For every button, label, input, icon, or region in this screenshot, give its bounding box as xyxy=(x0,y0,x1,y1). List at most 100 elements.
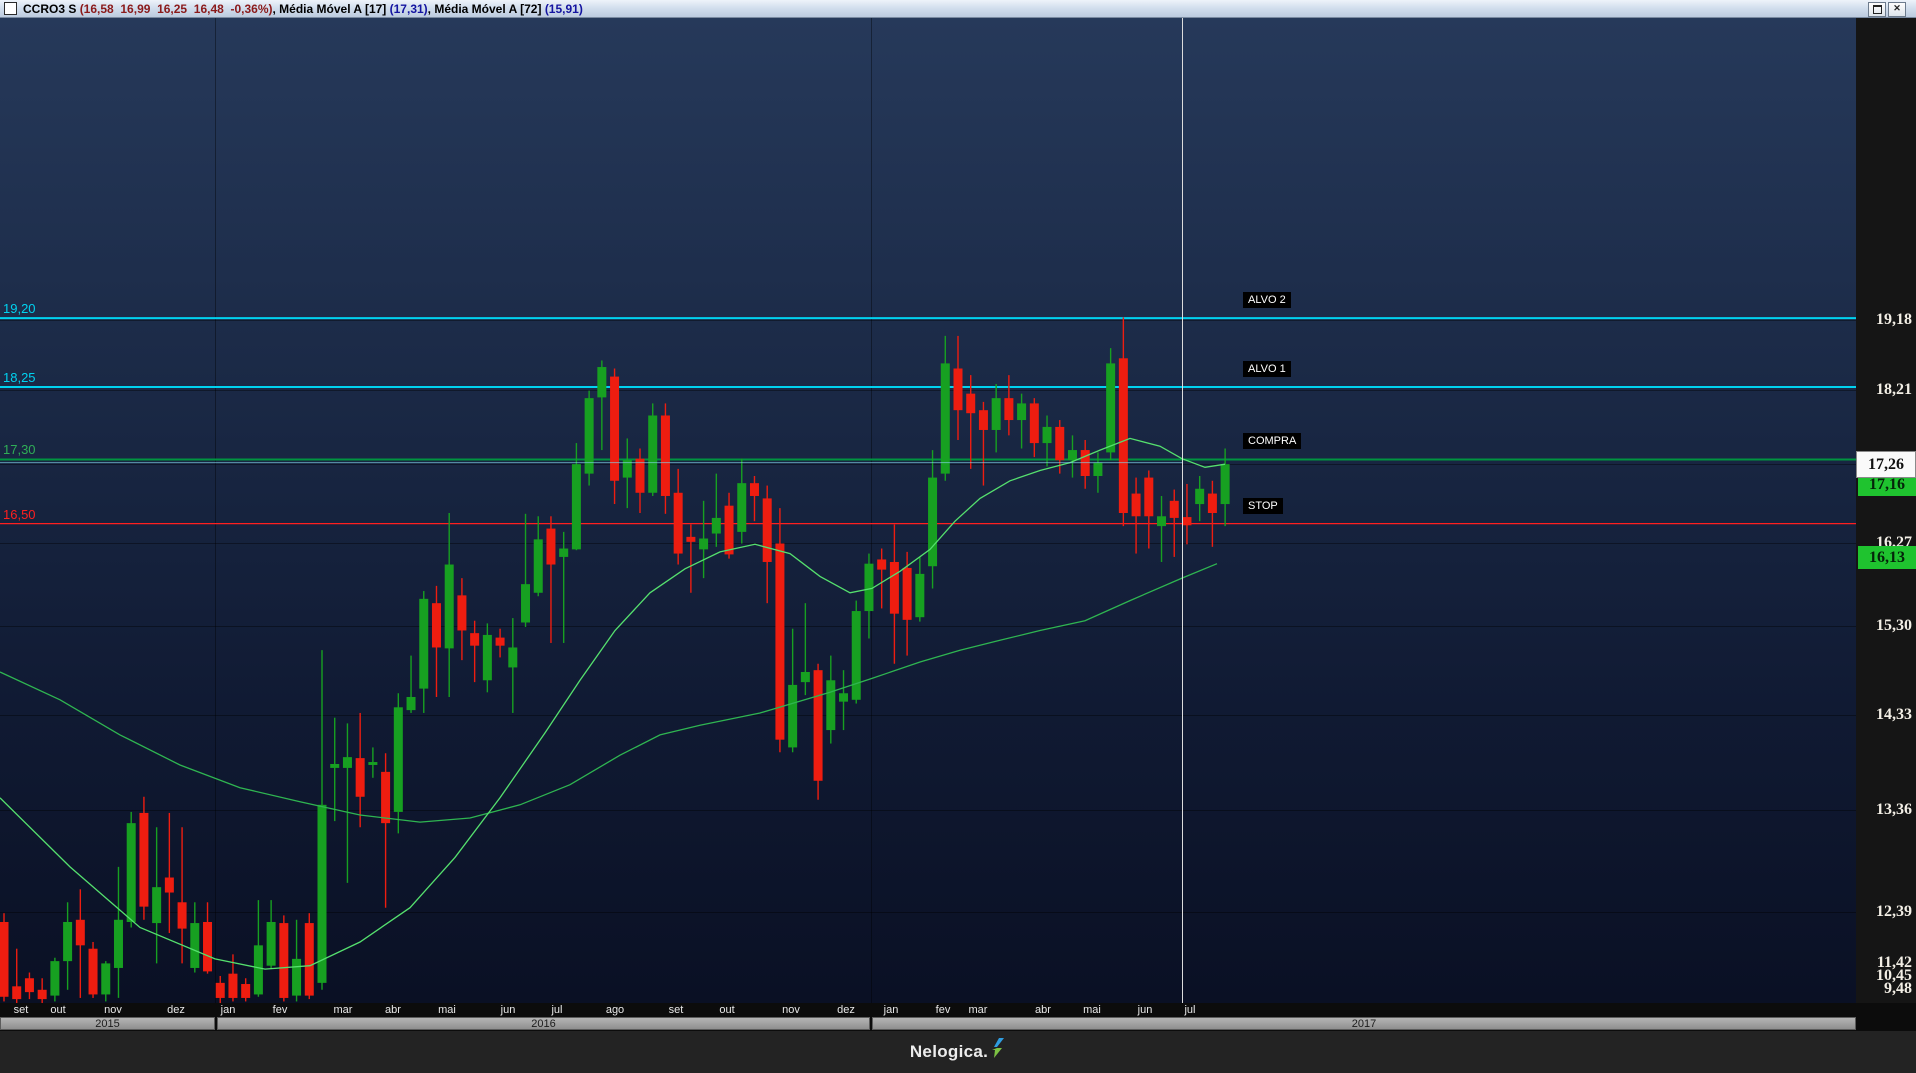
maximize-icon xyxy=(1873,5,1882,14)
month-label: set xyxy=(669,1004,684,1016)
candle-down xyxy=(1132,494,1141,517)
time-axis-months[interactable]: setoutnovdezjanfevmarabrmaijunjulagoseto… xyxy=(0,1003,1916,1017)
candle-up xyxy=(127,823,136,922)
candle-up xyxy=(864,564,873,611)
candle-down xyxy=(89,949,98,995)
level-name-box-compra[interactable]: COMPRA xyxy=(1243,433,1301,449)
candle-up xyxy=(1017,403,1026,420)
candle-up xyxy=(928,478,937,567)
candle-up xyxy=(343,757,352,768)
candle-up xyxy=(254,945,263,994)
month-label: jan xyxy=(884,1004,899,1016)
window-icon xyxy=(4,2,17,15)
candle-up xyxy=(190,923,199,968)
candle-up xyxy=(992,398,1001,430)
candle-up xyxy=(788,685,797,748)
candle-down xyxy=(966,394,975,414)
title-segment-0: CCRO3 S xyxy=(23,2,80,16)
candle-up xyxy=(318,805,327,983)
maximize-button[interactable] xyxy=(1868,2,1886,17)
candle-up xyxy=(852,611,861,700)
candle-down xyxy=(76,920,85,946)
month-label: abr xyxy=(1035,1004,1051,1016)
candle-down xyxy=(750,483,759,496)
candle-up xyxy=(699,539,708,550)
candle-down xyxy=(1170,501,1179,518)
candle-down xyxy=(12,986,21,999)
candle-down xyxy=(305,923,314,996)
candle-down xyxy=(1182,517,1191,525)
candle-down xyxy=(25,978,34,992)
candle-down xyxy=(814,670,823,781)
candle-down xyxy=(216,983,225,998)
candle-up xyxy=(648,415,657,492)
level-name-box-alvo1[interactable]: ALVO 1 xyxy=(1243,361,1291,377)
level-name-box-stop[interactable]: STOP xyxy=(1243,498,1283,514)
year-segment-2017[interactable]: 2017 xyxy=(872,1017,1856,1030)
candle-down xyxy=(432,603,441,647)
candle-down xyxy=(496,638,505,646)
title-segment-6: Média Móvel A [72] xyxy=(434,2,544,16)
candle-down xyxy=(1208,494,1217,513)
time-axis-years[interactable]: 201520162017 xyxy=(0,1017,1916,1031)
month-label: mai xyxy=(1083,1004,1101,1016)
close-button[interactable]: ✕ xyxy=(1888,2,1906,17)
candle-down xyxy=(178,902,187,928)
candle-down xyxy=(686,537,695,542)
title-segment-3: Média Móvel A [17] xyxy=(279,2,389,16)
month-label: jan xyxy=(221,1004,236,1016)
candlestick-chart[interactable] xyxy=(0,0,1916,1073)
candle-up xyxy=(267,922,276,966)
candle-down xyxy=(890,562,899,614)
candle-up xyxy=(1157,516,1166,526)
moving-average-72-line xyxy=(0,564,1217,822)
candle-up xyxy=(419,599,428,689)
candle-down xyxy=(139,813,148,907)
candle-up xyxy=(534,539,543,592)
candle-down xyxy=(610,377,619,481)
candle-up xyxy=(101,963,110,994)
month-label: fev xyxy=(936,1004,951,1016)
candle-down xyxy=(661,415,670,496)
candle-up xyxy=(1043,427,1052,443)
level-name-box-alvo2[interactable]: ALVO 2 xyxy=(1243,292,1291,308)
price-axis[interactable]: 19,1818,2116,2715,3014,3313,3612,3911,42… xyxy=(1856,17,1916,1003)
month-label: jul xyxy=(1184,1004,1195,1016)
candle-down xyxy=(903,568,912,620)
candle-down xyxy=(165,878,174,893)
candle-down xyxy=(228,974,237,998)
candle-up xyxy=(1195,489,1204,504)
candle-down xyxy=(38,990,47,999)
nelogica-logo-text: Nelogica. xyxy=(910,1042,988,1062)
candle-up xyxy=(114,920,123,968)
candle-down xyxy=(1144,478,1153,517)
month-label: ago xyxy=(606,1004,624,1016)
year-segment-2015[interactable]: 2015 xyxy=(0,1017,215,1030)
candle-up xyxy=(572,464,581,549)
candle-up xyxy=(330,764,339,768)
candle-down xyxy=(241,984,250,998)
candle-up xyxy=(737,483,746,532)
month-label: mar xyxy=(969,1004,988,1016)
year-segment-2016[interactable]: 2016 xyxy=(217,1017,870,1030)
candle-up xyxy=(1068,450,1077,460)
candle-down xyxy=(1004,398,1013,420)
candle-down xyxy=(470,633,479,646)
candle-up xyxy=(941,363,950,473)
title-segment-7: (15,91) xyxy=(545,2,583,16)
price-tick-label: 9,48 xyxy=(1884,980,1912,998)
candle-up xyxy=(292,959,301,996)
month-label: jun xyxy=(501,1004,516,1016)
candle-down xyxy=(546,529,555,565)
window-titlebar[interactable]: CCRO3 S (16,58 16,99 16,25 16,48 -0,36%)… xyxy=(0,0,1916,18)
title-segment-1: (16,58 16,99 16,25 16,48 -0,36%) xyxy=(80,2,273,16)
candle-down xyxy=(279,923,288,998)
month-label: out xyxy=(719,1004,734,1016)
candle-down xyxy=(1119,358,1128,513)
price-tick-label: 18,21 xyxy=(1876,381,1912,399)
candle-up xyxy=(508,647,517,667)
candle-down xyxy=(877,559,886,569)
candle-up xyxy=(915,574,924,617)
month-label: abr xyxy=(385,1004,401,1016)
level-price-label-stop: 16,50 xyxy=(3,507,36,522)
